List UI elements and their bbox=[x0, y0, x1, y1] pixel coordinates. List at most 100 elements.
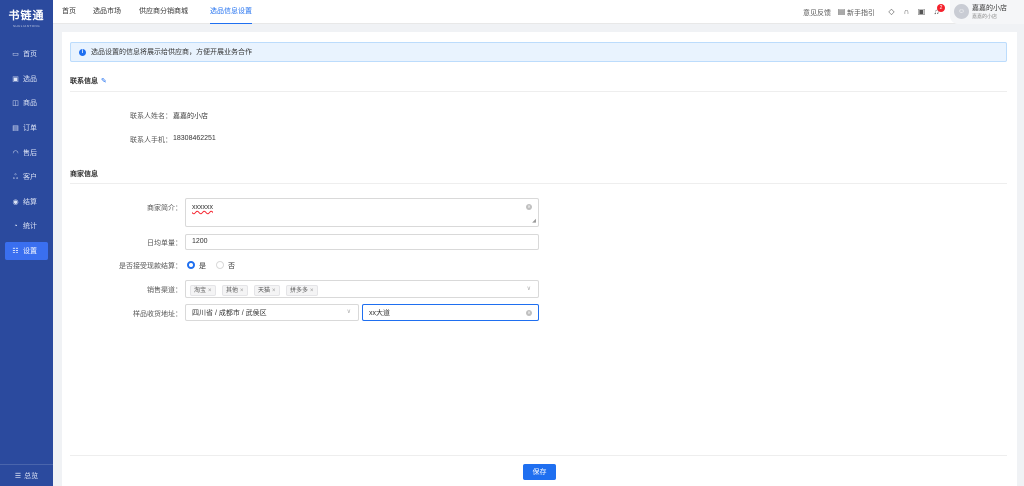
resize-handle-icon[interactable]: ◢ bbox=[532, 218, 536, 224]
feedback-link[interactable]: 意见反馈 bbox=[803, 8, 831, 18]
channel-tag: 其他 × bbox=[222, 285, 248, 296]
user-menu[interactable]: ☺ 嘉嘉的小店 嘉嘉的小店 bbox=[950, 0, 1024, 24]
headset-icon[interactable]: ∩ bbox=[902, 7, 911, 16]
avatar: ☺ bbox=[954, 4, 969, 19]
sidebar-item-aftersales[interactable]: ◠ 售后 bbox=[5, 144, 48, 162]
intro-label: 商家简介： bbox=[147, 205, 182, 212]
document-icon[interactable]: ▣ bbox=[917, 7, 926, 16]
sidebar-item-label: 首页 bbox=[23, 51, 37, 58]
sidebar-item-label: 设置 bbox=[23, 248, 37, 255]
info-icon: i bbox=[79, 48, 86, 56]
cod-radio-no[interactable] bbox=[216, 261, 224, 269]
chevron-down-icon: ∨ bbox=[526, 286, 531, 292]
chart-icon: ◔ bbox=[13, 222, 18, 230]
sidebar-item-label: 客户 bbox=[23, 174, 37, 181]
sidebar-item-label: 选品 bbox=[23, 76, 37, 83]
monitor-icon: ▭ bbox=[12, 51, 19, 58]
tag-icon: ◫ bbox=[12, 100, 19, 107]
channel-tag: 淘宝 × bbox=[190, 285, 216, 296]
tab-selection-settings[interactable]: 选品信息设置 bbox=[210, 0, 252, 24]
chevron-down-icon: ∨ bbox=[346, 309, 351, 315]
merchant-section-title: 商家信息 bbox=[70, 171, 98, 178]
channel-tag-label: 淘宝 bbox=[194, 288, 207, 294]
sidebar-item-home[interactable]: ▭ 首页 bbox=[5, 45, 48, 63]
info-notice: i 选品设置的信息将展示给供应商，方便开展业务合作 bbox=[70, 42, 1007, 62]
footer-divider bbox=[70, 455, 1007, 456]
collapse-label: 总览 bbox=[24, 472, 39, 480]
street-address-input[interactable]: xx大道 ✕ bbox=[362, 304, 539, 321]
sidebar-collapse-button[interactable]: ☰ 总览 bbox=[0, 464, 53, 486]
contact-name-value: 嘉嘉的小店 bbox=[173, 113, 208, 120]
contact-section-title: 联系信息 ✎ bbox=[70, 76, 107, 86]
contact-title-text: 联系信息 bbox=[70, 78, 98, 85]
channel-label: 销售渠道： bbox=[147, 287, 182, 294]
contact-name-label: 联系人姓名： bbox=[130, 113, 172, 120]
intro-textarea[interactable]: xxxxxx ✕ ◢ bbox=[185, 198, 539, 227]
top-header: 首页 选品市场 供应商分销商城 选品信息设置 意见反馈 ▤ 新手指引 ◇ ∩ ▣… bbox=[53, 0, 1024, 24]
clear-icon[interactable]: ✕ bbox=[526, 204, 532, 210]
sidebar-item-selection[interactable]: ▣ 选品 bbox=[5, 70, 48, 88]
cod-yes-label[interactable]: 是 bbox=[199, 261, 206, 271]
sidebar-item-label: 结算 bbox=[23, 199, 37, 206]
guide-link[interactable]: 新手指引 bbox=[847, 8, 875, 18]
divider bbox=[70, 91, 1007, 92]
logo-text: 书链通 bbox=[8, 9, 45, 22]
box-icon: ▣ bbox=[12, 76, 19, 83]
daily-orders-label: 日均单量： bbox=[147, 240, 182, 247]
app-logo[interactable]: 书链通 SHULIANTONG bbox=[0, 0, 53, 34]
tab-selection-market[interactable]: 选品市场 bbox=[93, 0, 121, 24]
settings-icon: ☷ bbox=[12, 248, 19, 255]
save-button[interactable]: 保存 bbox=[523, 464, 556, 480]
channel-tag-label: 天猫 bbox=[258, 288, 271, 294]
close-icon[interactable]: × bbox=[240, 288, 244, 294]
logo-subtext: SHULIANTONG bbox=[12, 23, 41, 28]
sidebar-item-label: 订单 bbox=[23, 125, 37, 132]
sidebar-item-products[interactable]: ◫ 商品 bbox=[5, 94, 48, 112]
cod-radio-group: 是 否 bbox=[187, 261, 247, 271]
close-icon[interactable]: × bbox=[272, 288, 276, 294]
menu-icon: ☰ bbox=[14, 472, 22, 480]
sidebar-item-customers[interactable]: ஃ 客户 bbox=[5, 168, 48, 186]
channel-tag-label: 拼多多 bbox=[290, 288, 309, 294]
main-panel: i 选品设置的信息将展示给供应商，方便开展业务合作 联系信息 ✎ 联系人姓名： 嘉… bbox=[62, 32, 1017, 486]
cod-label: 是否接受现款结算： bbox=[119, 263, 182, 270]
contact-phone-label: 联系人手机： bbox=[130, 137, 172, 144]
users-icon: ஃ bbox=[12, 173, 19, 181]
clear-icon[interactable]: ✕ bbox=[526, 310, 532, 316]
guide-icon: ▤ bbox=[837, 7, 846, 16]
order-icon: ▤ bbox=[12, 125, 19, 132]
intro-text: xxxxxx bbox=[192, 204, 213, 211]
cod-no-label[interactable]: 否 bbox=[228, 261, 235, 271]
daily-orders-value: 1200 bbox=[192, 238, 208, 245]
address-label: 样品收货地址： bbox=[133, 311, 182, 318]
sidebar: 书链通 SHULIANTONG ▭ 首页 ▣ 选品 ◫ 商品 ▤ 订单 ◠ 售后… bbox=[0, 0, 53, 486]
region-cascader[interactable]: 四川省 / 成都市 / 武侯区 ∨ bbox=[185, 304, 359, 321]
headset-icon: ◠ bbox=[12, 150, 19, 157]
channel-multiselect[interactable]: 淘宝 × 其他 × 天猫 × 拼多多 × ∨ bbox=[185, 280, 539, 298]
coin-icon: ◉ bbox=[12, 199, 19, 206]
sidebar-item-label: 统计 bbox=[23, 223, 37, 230]
tab-home[interactable]: 首页 bbox=[62, 0, 76, 24]
diamond-icon[interactable]: ◇ bbox=[887, 7, 896, 16]
close-icon[interactable]: × bbox=[310, 288, 314, 294]
divider bbox=[70, 183, 1007, 184]
user-shop-name: 嘉嘉的小店 bbox=[972, 14, 998, 20]
notification-badge: 2 bbox=[937, 4, 945, 12]
sidebar-item-settlement[interactable]: ◉ 结算 bbox=[5, 193, 48, 211]
region-value: 四川省 / 成都市 / 武侯区 bbox=[192, 310, 267, 317]
sidebar-item-label: 售后 bbox=[23, 150, 37, 157]
edit-icon[interactable]: ✎ bbox=[101, 78, 107, 85]
channel-tag: 天猫 × bbox=[254, 285, 280, 296]
sidebar-item-statistics[interactable]: ◔ 统计 bbox=[5, 217, 48, 235]
cod-radio-yes[interactable] bbox=[187, 261, 195, 269]
daily-orders-input[interactable]: 1200 bbox=[185, 234, 539, 250]
sidebar-item-orders[interactable]: ▤ 订单 bbox=[5, 119, 48, 137]
user-name: 嘉嘉的小店 bbox=[972, 5, 1007, 12]
channel-tag: 拼多多 × bbox=[286, 285, 318, 296]
sidebar-item-settings[interactable]: ☷ 设置 bbox=[5, 242, 48, 260]
channel-tag-label: 其他 bbox=[226, 288, 239, 294]
close-icon[interactable]: × bbox=[208, 288, 212, 294]
contact-phone-value: 18308462251 bbox=[173, 135, 216, 142]
tab-supplier-mall[interactable]: 供应商分销商城 bbox=[139, 0, 188, 24]
street-value: xx大道 bbox=[369, 310, 390, 317]
